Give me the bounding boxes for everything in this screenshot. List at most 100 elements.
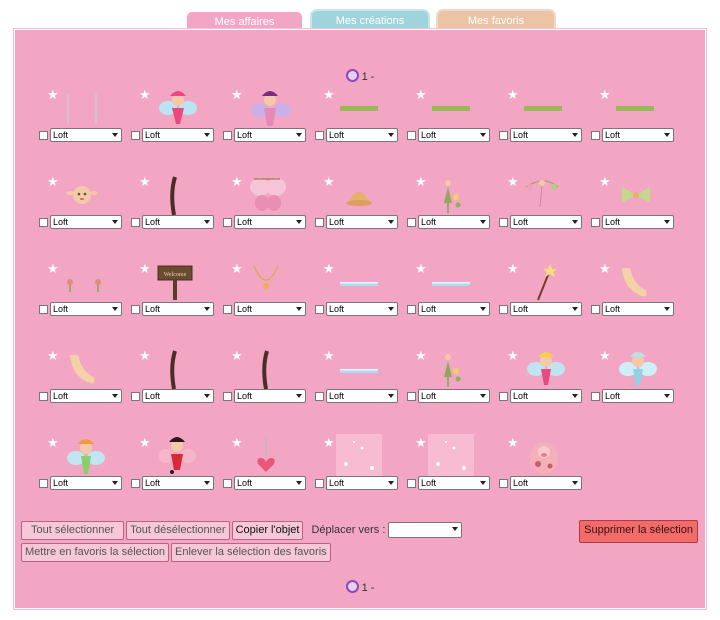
location-select[interactable]: Loft	[418, 215, 490, 229]
item-green-bar[interactable]: ★ Loft	[405, 86, 497, 156]
item-yellow-fairy[interactable]: ★ Loft	[497, 347, 589, 417]
item-checkbox[interactable]	[39, 130, 48, 140]
item-thumbnail-green-bar[interactable]	[607, 86, 665, 130]
item-checkbox[interactable]	[223, 478, 232, 488]
item-earrings[interactable]: ★ Loft	[37, 260, 129, 330]
location-select[interactable]: Loft	[418, 128, 490, 142]
location-select[interactable]: Loft	[234, 302, 306, 316]
select-all-button[interactable]: Tout sélectionner	[21, 521, 125, 540]
item-checkbox[interactable]	[591, 217, 600, 227]
location-select[interactable]: Loft	[142, 215, 214, 229]
location-select[interactable]: Loft	[602, 215, 674, 229]
location-select[interactable]: Loft	[418, 302, 490, 316]
location-select[interactable]: Loft	[142, 389, 214, 403]
item-checkbox[interactable]	[315, 391, 324, 401]
item-dark-braid[interactable]: ★ Loft	[129, 173, 221, 243]
item-checkbox[interactable]	[131, 391, 140, 401]
item-thumbnail-silver-strands[interactable]	[55, 86, 113, 130]
location-select[interactable]: Loft	[234, 215, 306, 229]
item-hair-bun[interactable]: ★ Loft	[313, 173, 405, 243]
location-select[interactable]: Loft	[418, 476, 490, 490]
item-checkbox[interactable]	[591, 130, 600, 140]
item-thumbnail-pink-sparkle[interactable]	[423, 434, 481, 478]
item-checkbox[interactable]	[39, 391, 48, 401]
item-thumbnail-flower-sprite[interactable]	[423, 347, 481, 391]
copy-object-button[interactable]: Copier l'objet	[231, 521, 304, 540]
location-select[interactable]: Loft	[234, 389, 306, 403]
location-select[interactable]: Loft	[50, 302, 122, 316]
location-select[interactable]: Loft	[50, 389, 122, 403]
add-favorites-button[interactable]: Mettre en favoris la sélection	[21, 543, 170, 562]
item-thumbnail-purple-fairy[interactable]	[239, 86, 297, 130]
item-thumbnail-dark-braid[interactable]	[147, 347, 205, 391]
item-thumbnail-arm[interactable]	[607, 260, 665, 304]
item-ice-strip[interactable]: ★ Loft	[405, 260, 497, 330]
item-checkbox[interactable]	[499, 304, 508, 314]
item-thumbnail-necklace[interactable]	[239, 260, 297, 304]
item-pink-pig[interactable]: ★ Loft	[497, 434, 589, 504]
item-thumbnail-welcome-sign[interactable]: Welcome	[147, 260, 205, 304]
item-arm[interactable]: ★ Loft	[589, 260, 681, 330]
location-select[interactable]: Loft	[142, 302, 214, 316]
item-thumbnail-doll-face[interactable]	[55, 173, 113, 217]
item-checkbox[interactable]	[131, 304, 140, 314]
location-select[interactable]: Loft	[602, 302, 674, 316]
location-select[interactable]: Loft	[510, 476, 582, 490]
item-thumbnail-orange-fairy[interactable]	[55, 434, 113, 478]
item-thumbnail-ice-strip[interactable]	[331, 260, 389, 304]
item-purple-fairy[interactable]: ★ Loft	[221, 86, 313, 156]
item-thumbnail-pink-pig[interactable]	[515, 434, 573, 478]
item-checkbox[interactable]	[315, 478, 324, 488]
location-select[interactable]: Loft	[510, 389, 582, 403]
remove-favorites-button[interactable]: Enlever la sélection des favoris	[171, 543, 331, 562]
item-welcome-sign[interactable]: ★ Welcome Loft	[129, 260, 221, 330]
item-thumbnail-pink-sparkle[interactable]	[331, 434, 389, 478]
location-select[interactable]: Loft	[142, 476, 214, 490]
location-select[interactable]: Loft	[234, 476, 306, 490]
location-select[interactable]: Loft	[50, 128, 122, 142]
item-checkbox[interactable]	[223, 391, 232, 401]
tab-mes-creations[interactable]: Mes créations	[310, 9, 430, 29]
tab-mes-affaires[interactable]: Mes affaires	[185, 10, 304, 31]
item-necklace[interactable]: ★ Loft	[221, 260, 313, 330]
item-pink-fairy[interactable]: ★ Loft	[129, 86, 221, 156]
item-doll-face[interactable]: ★ Loft	[37, 173, 129, 243]
item-checkbox[interactable]	[39, 304, 48, 314]
delete-selection-button[interactable]: Supprimer la sélection	[579, 520, 698, 543]
item-checkbox[interactable]	[223, 304, 232, 314]
location-select[interactable]: Loft	[510, 128, 582, 142]
page-coin-icon[interactable]	[345, 69, 359, 82]
item-thumbnail-flower-sprite[interactable]	[423, 173, 481, 217]
item-checkbox[interactable]	[131, 130, 140, 140]
item-flower-bow[interactable]: ★ Loft	[497, 173, 589, 243]
item-thumbnail-fairy-wings[interactable]	[239, 173, 297, 217]
item-checkbox[interactable]	[499, 391, 508, 401]
tab-mes-favoris[interactable]: Mes favoris	[436, 9, 556, 29]
item-checkbox[interactable]	[591, 391, 600, 401]
item-thumbnail-pink-fairy[interactable]	[147, 86, 205, 130]
item-pink-sparkle[interactable]: ★ Loft	[405, 434, 497, 504]
item-checkbox[interactable]	[315, 130, 324, 140]
item-pink-sparkle[interactable]: ★ Loft	[313, 434, 405, 504]
item-orange-fairy[interactable]: ★ Loft	[37, 434, 129, 504]
location-select[interactable]: Loft	[50, 215, 122, 229]
item-thumbnail-dark-braid[interactable]	[147, 173, 205, 217]
item-checkbox[interactable]	[223, 217, 232, 227]
item-checkbox[interactable]	[407, 304, 416, 314]
item-magic-wand[interactable]: ★ Loft	[497, 260, 589, 330]
item-checkbox[interactable]	[39, 217, 48, 227]
item-checkbox[interactable]	[407, 130, 416, 140]
location-select[interactable]: Loft	[326, 302, 398, 316]
item-checkbox[interactable]	[131, 478, 140, 488]
item-thumbnail-magic-wand[interactable]	[515, 260, 573, 304]
item-checkbox[interactable]	[407, 391, 416, 401]
item-fairy-wings[interactable]: ★ Loft	[221, 173, 313, 243]
item-green-bow[interactable]: ★ Loft	[589, 173, 681, 243]
item-dark-braid[interactable]: ★ Loft	[129, 347, 221, 417]
location-select[interactable]: Loft	[234, 128, 306, 142]
item-thumbnail-red-fairy[interactable]	[147, 434, 205, 478]
location-select[interactable]: Loft	[510, 215, 582, 229]
item-green-bar[interactable]: ★ Loft	[313, 86, 405, 156]
item-green-bar[interactable]: ★ Loft	[589, 86, 681, 156]
item-checkbox[interactable]	[315, 304, 324, 314]
